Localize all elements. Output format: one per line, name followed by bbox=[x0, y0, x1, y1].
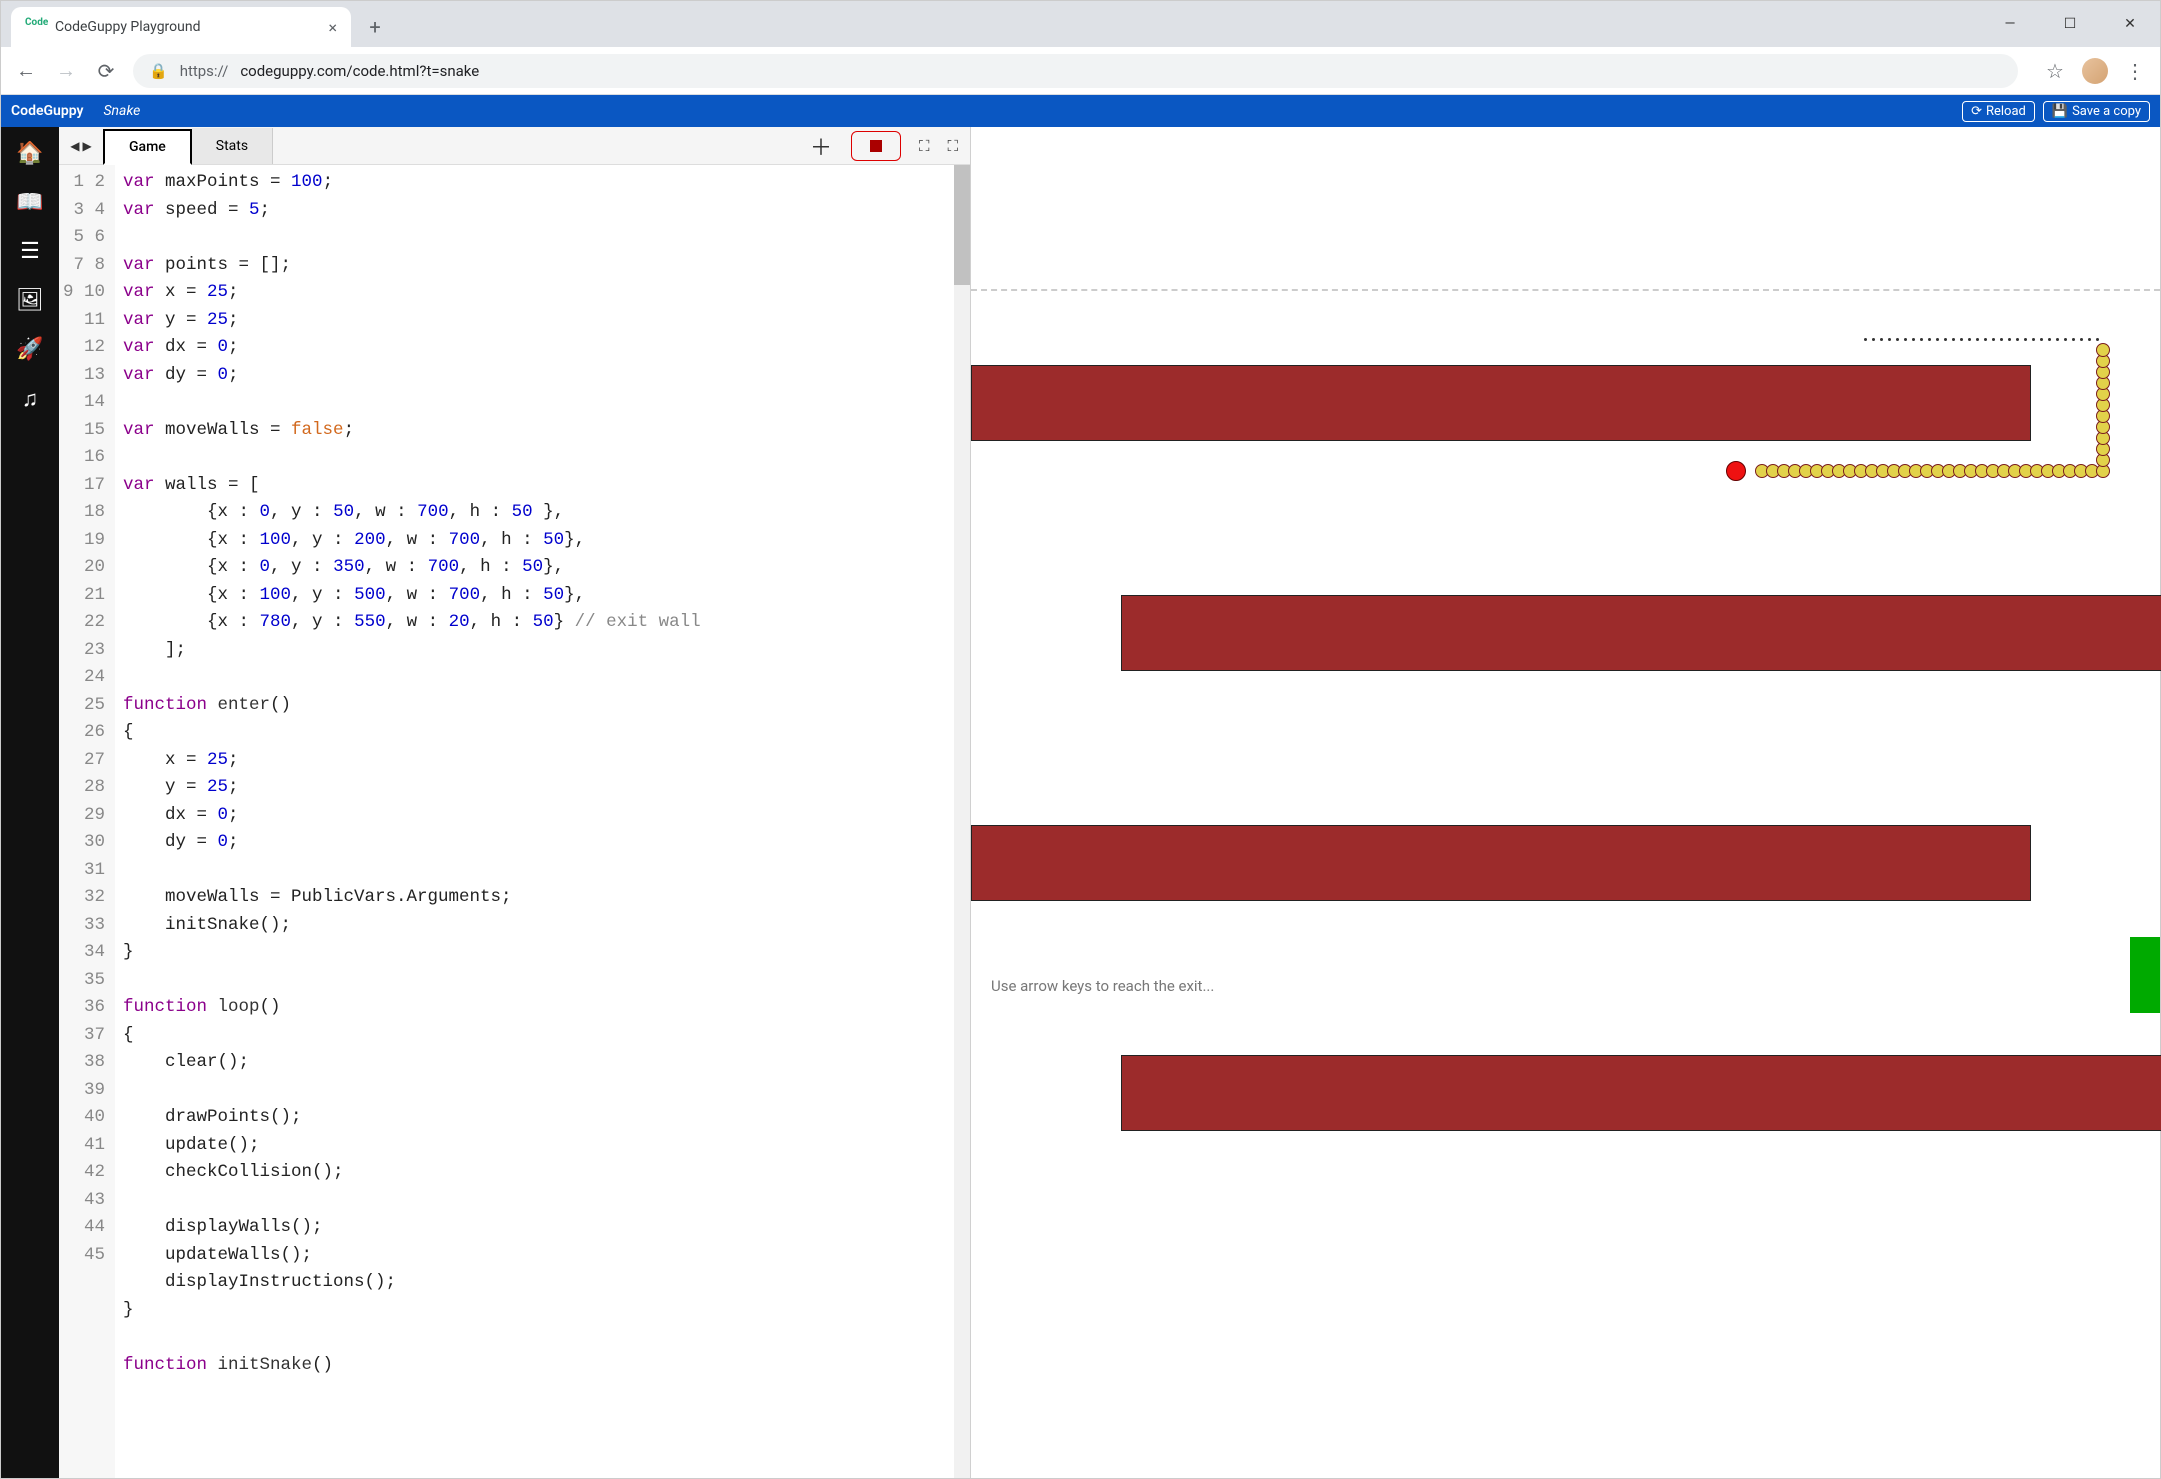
tab-favicon-icon: Code bbox=[25, 17, 45, 37]
image-icon[interactable]: 🖼 bbox=[16, 288, 44, 313]
game-canvas[interactable]: Use arrow keys to reach the exit... bbox=[971, 127, 2160, 1478]
url-text: codeguppy.com/code.html?t=snake bbox=[240, 62, 479, 80]
stop-button[interactable] bbox=[851, 131, 901, 161]
save-copy-button[interactable]: 💾 Save a copy bbox=[2043, 101, 2150, 122]
editor-scrollbar[interactable] bbox=[954, 165, 970, 1478]
wall-1 bbox=[971, 365, 2031, 441]
code-editor[interactable]: 1 2 3 4 5 6 7 8 9 10 11 12 13 14 15 16 1… bbox=[59, 165, 970, 1478]
stop-icon bbox=[870, 140, 882, 152]
reload-icon[interactable]: ⟳ bbox=[93, 59, 119, 83]
add-tab-button[interactable]: ＋ bbox=[803, 130, 839, 162]
book-icon[interactable]: 📖 bbox=[16, 190, 43, 215]
wall-2 bbox=[1121, 595, 2161, 671]
code-content[interactable]: var maxPoints = 100; var speed = 5; var … bbox=[115, 165, 970, 1478]
scrollbar-thumb[interactable] bbox=[954, 165, 970, 285]
lock-icon: 🔒 bbox=[149, 62, 168, 80]
workspace: ◀ ▶ Game Stats ＋ ⛶ ⛶ 1 2 3 4 5 6 7 8 9 1… bbox=[59, 127, 2160, 1478]
star-icon[interactable]: ☆ bbox=[2042, 59, 2068, 83]
project-name: Snake bbox=[103, 103, 140, 119]
forward-icon: → bbox=[53, 58, 79, 83]
browser-tab-active[interactable]: Code CodeGuppy Playground × bbox=[11, 7, 351, 47]
rocket-icon[interactable]: 🚀 bbox=[16, 337, 43, 362]
maximize-icon[interactable]: ☐ bbox=[2040, 1, 2100, 47]
refresh-icon: ⟳ bbox=[1971, 104, 1982, 119]
app-topbar: CodeGuppy Snake ⟳ Reload 💾 Save a copy bbox=[1, 95, 2160, 127]
tab-stats[interactable]: Stats bbox=[192, 128, 273, 164]
app-body: 🏠 📖 ☰ 🖼 🚀 ♫ ◀ ▶ Game Stats ＋ ⛶ ⛶ bbox=[1, 127, 2160, 1478]
window-controls: — ☐ ✕ bbox=[1980, 1, 2160, 47]
list-icon[interactable]: ☰ bbox=[20, 239, 40, 264]
preview-pane: Use arrow keys to reach the exit... bbox=[971, 127, 2160, 1478]
new-tab-button[interactable]: + bbox=[357, 9, 393, 45]
reload-button[interactable]: ⟳ Reload bbox=[1962, 101, 2035, 122]
reload-label: Reload bbox=[1986, 104, 2026, 119]
tab-scroll-arrows[interactable]: ◀ ▶ bbox=[59, 139, 103, 153]
url-protocol: https:// bbox=[180, 62, 229, 80]
menu-icon[interactable]: ⋮ bbox=[2122, 59, 2148, 83]
stage-dashed-border bbox=[971, 289, 2160, 291]
editor-pane: ◀ ▶ Game Stats ＋ ⛶ ⛶ 1 2 3 4 5 6 7 8 9 1… bbox=[59, 127, 971, 1478]
left-sidebar: 🏠 📖 ☰ 🖼 🚀 ♫ bbox=[1, 127, 59, 1478]
save-label: Save a copy bbox=[2072, 104, 2141, 119]
app-brand[interactable]: CodeGuppy bbox=[11, 103, 83, 119]
avatar[interactable] bbox=[2082, 58, 2108, 84]
music-icon[interactable]: ♫ bbox=[22, 386, 39, 412]
home-icon[interactable]: 🏠 bbox=[16, 141, 43, 166]
line-gutter: 1 2 3 4 5 6 7 8 9 10 11 12 13 14 15 16 1… bbox=[59, 165, 115, 1478]
instruction-text: Use arrow keys to reach the exit... bbox=[991, 977, 1214, 995]
close-icon[interactable]: × bbox=[328, 18, 337, 37]
expand-preview-icon[interactable]: ⛶ bbox=[947, 137, 958, 155]
editor-tabs: ◀ ▶ Game Stats ＋ ⛶ ⛶ bbox=[59, 127, 970, 165]
minimize-icon[interactable]: — bbox=[1980, 1, 2040, 47]
address-bar: ← → ⟳ 🔒 https:// codeguppy.com/code.html?… bbox=[1, 47, 2160, 95]
exit-wall bbox=[2130, 937, 2160, 1013]
tab-title: CodeGuppy Playground bbox=[55, 19, 201, 35]
close-window-icon[interactable]: ✕ bbox=[2100, 1, 2160, 47]
wall-3 bbox=[971, 825, 2031, 901]
wall-4 bbox=[1121, 1055, 2161, 1131]
save-icon: 💾 bbox=[2052, 104, 2068, 119]
tab-game[interactable]: Game bbox=[103, 129, 192, 165]
expand-editor-icon[interactable]: ⛶ bbox=[919, 137, 930, 155]
url-input[interactable]: 🔒 https:// codeguppy.com/code.html?t=snak… bbox=[133, 54, 2018, 88]
browser-window: Code CodeGuppy Playground × + — ☐ ✕ ← → … bbox=[0, 0, 2161, 1479]
browser-tabstrip: Code CodeGuppy Playground × + — ☐ ✕ bbox=[1, 1, 2160, 47]
back-icon[interactable]: ← bbox=[13, 58, 39, 83]
